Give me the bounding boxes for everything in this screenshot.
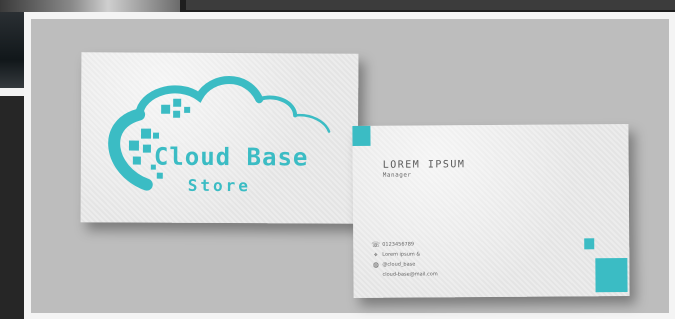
background-photo-strip	[0, 0, 180, 12]
contact-social-text: @cloud_base	[382, 261, 416, 268]
contact-phone: ☏ 0123456789	[371, 239, 437, 249]
mockup-frame: Cloud Base Store LOREM IPSUM Manager ☏ 0…	[24, 12, 675, 319]
accent-square-small	[584, 238, 595, 250]
contact-email: cloud-base@mail.com	[371, 269, 437, 279]
mockup-backdrop: Cloud Base Store LOREM IPSUM Manager ☏ 0…	[31, 19, 669, 313]
contact-name: LOREM IPSUM	[382, 159, 466, 171]
brand-name: Cloud Base	[153, 142, 309, 172]
business-card-back: LOREM IPSUM Manager ☏ 0123456789 ⌖ Lorem…	[352, 124, 630, 298]
background-white-edge	[0, 88, 26, 96]
location-icon: ⌖	[373, 250, 378, 259]
business-card-front: Cloud Base Store	[80, 52, 359, 224]
cloud-pixel-icon	[108, 76, 331, 191]
contact-address: ⌖ Lorem ipsum &	[371, 249, 437, 259]
background-dark-strip	[186, 0, 675, 10]
accent-square-large	[595, 258, 628, 293]
globe-icon: ◍	[372, 260, 379, 269]
brand-subtitle: Store	[187, 175, 251, 196]
contact-social: ◍ @cloud_base	[371, 259, 437, 269]
contact-email-text: cloud-base@mail.com	[382, 271, 438, 278]
background-dark-edge	[0, 96, 24, 319]
contact-address-text: Lorem ipsum &	[382, 251, 421, 258]
contact-title: Manager	[382, 171, 412, 179]
contact-phone-text: 0123456789	[382, 241, 415, 248]
contact-list: ☏ 0123456789 ⌖ Lorem ipsum & ◍ @cloud_ba…	[371, 239, 438, 279]
accent-square-top	[352, 125, 371, 146]
background-photo-edge	[0, 12, 24, 92]
phone-icon: ☏	[371, 240, 381, 249]
